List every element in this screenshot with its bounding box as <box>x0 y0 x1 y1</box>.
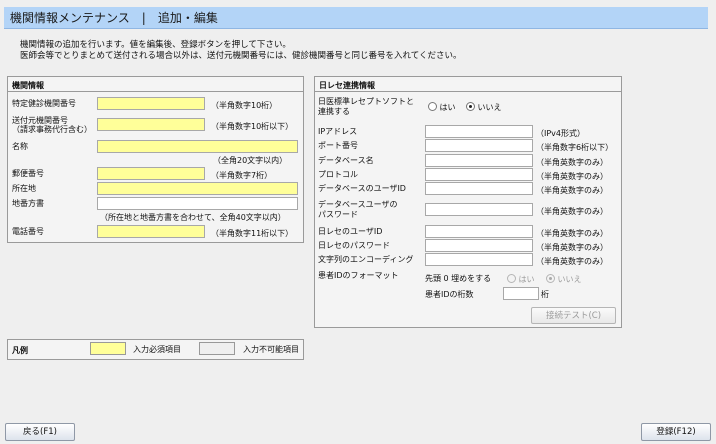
zero-pad-no-label: いいえ <box>557 275 582 284</box>
zero-pad-label: 先頭 0 埋めをする <box>425 274 492 283</box>
legend-title: 凡例 <box>12 346 28 355</box>
description-line-2: 医師会等でとりまとめて送付される場合以外は、送付元機関番号には、健診機関番号と同… <box>20 51 462 61</box>
postal-hint: （半角数字7桁） <box>211 171 273 180</box>
phone-hint: （半角数字11桁以下） <box>211 229 294 238</box>
institution-panel-title: 機関情報 <box>12 81 44 90</box>
use-orca-no-label: いいえ <box>477 103 502 112</box>
block-input[interactable] <box>97 197 298 210</box>
name-input[interactable] <box>97 140 298 153</box>
digits-input[interactable] <box>503 287 539 300</box>
orca-pass-label: 日レセのパスワード <box>318 241 390 250</box>
orca-user-label: 日レセのユーザID <box>318 227 383 236</box>
postal-input[interactable] <box>97 167 205 180</box>
port-input[interactable] <box>425 139 533 152</box>
page-title: 機関情報メンテナンス <box>10 11 130 25</box>
register-button[interactable]: 登録(F12) <box>641 423 711 441</box>
dbpass-label: データベースユーザの <box>318 200 398 209</box>
address-input[interactable] <box>97 182 298 195</box>
ip-hint: （IPv4形式） <box>536 129 586 138</box>
dbname-input[interactable] <box>425 154 533 167</box>
sender-no-input[interactable] <box>97 118 205 131</box>
port-label: ポート番号 <box>318 141 358 150</box>
phone-label: 電話番号 <box>12 227 44 236</box>
block-hint: （所在地と地番方書を合わせて、全角40文字以内） <box>100 213 286 222</box>
postal-label: 郵便番号 <box>12 169 44 178</box>
dbpass-label-sub: パスワード <box>318 210 358 219</box>
orca-panel-divider <box>315 91 621 92</box>
ip-label: IPアドレス <box>318 127 358 136</box>
name-label: 名称 <box>12 142 28 151</box>
dbname-hint: （半角英数字のみ） <box>536 158 608 167</box>
legend-disabled-label: 入力不可能項目 <box>243 345 299 354</box>
dbuser-hint: （半角英数字のみ） <box>536 186 608 195</box>
orca-pass-hint: （半角英数字のみ） <box>536 243 608 252</box>
checkup-no-label: 特定健診機関番号 <box>12 99 76 108</box>
checkup-no-hint: （半角数字10桁） <box>211 101 278 110</box>
zero-pad-no-option[interactable]: いいえ <box>546 274 582 285</box>
encoding-input[interactable] <box>425 253 533 266</box>
title-separator: | <box>141 11 146 25</box>
legend-required-label: 入力必須項目 <box>133 345 181 354</box>
use-orca-yes-option[interactable]: はい <box>428 102 456 113</box>
name-hint: （全角20文字以内） <box>213 156 288 165</box>
zero-pad-yes-label: はい <box>518 275 535 284</box>
dbuser-input[interactable] <box>425 182 533 195</box>
legend-required-swatch <box>90 342 126 355</box>
sender-no-hint: （半角数字10桁以下） <box>211 122 294 131</box>
use-orca-label-sub: 連携する <box>318 107 350 116</box>
zero-pad-no-radio[interactable] <box>546 274 555 283</box>
dbuser-label: データベースのユーザID <box>318 184 406 193</box>
checkup-no-input[interactable] <box>97 97 205 110</box>
use-orca-label: 日医標準レセプトソフトと <box>318 97 414 106</box>
phone-input[interactable] <box>97 225 205 238</box>
encoding-hint: （半角英数字のみ） <box>536 257 608 266</box>
zero-pad-yes-radio[interactable] <box>507 274 516 283</box>
institution-panel-divider <box>8 91 303 92</box>
digits-unit: 桁 <box>541 290 549 299</box>
sender-no-label-sub: （請求事務代行含む） <box>12 125 92 134</box>
zero-pad-yes-option[interactable]: はい <box>507 274 535 285</box>
protocol-label: プロトコル <box>318 170 358 179</box>
protocol-input[interactable] <box>425 168 533 181</box>
block-label: 地番方書 <box>12 199 44 208</box>
use-orca-no-radio[interactable] <box>466 102 475 111</box>
address-label: 所在地 <box>12 184 36 193</box>
use-orca-no-option[interactable]: いいえ <box>466 102 502 113</box>
orca-panel-title: 日レセ連携情報 <box>319 81 375 90</box>
ip-input[interactable] <box>425 125 533 138</box>
protocol-hint: （半角英数字のみ） <box>536 172 608 181</box>
legend-disabled-swatch <box>199 342 235 355</box>
page-subtitle: 追加・編集 <box>157 11 218 25</box>
encoding-label: 文字列のエンコーディング <box>318 255 414 264</box>
connection-test-button[interactable]: 接続テスト(C) <box>531 307 616 324</box>
use-orca-yes-label: はい <box>439 103 456 112</box>
patient-format-label: 患者IDのフォーマット <box>318 271 399 280</box>
dbpass-hint: （半角英数字のみ） <box>536 207 608 216</box>
title-bar: 機関情報メンテナンス | 追加・編集 <box>4 7 708 29</box>
orca-user-hint: （半角英数字のみ） <box>536 229 608 238</box>
use-orca-yes-radio[interactable] <box>428 102 437 111</box>
orca-user-input[interactable] <box>425 225 533 238</box>
back-button[interactable]: 戻る(F1) <box>5 423 75 441</box>
port-hint: （半角数字6桁以下） <box>536 143 614 152</box>
dbname-label: データベース名 <box>318 156 374 165</box>
orca-pass-input[interactable] <box>425 239 533 252</box>
dbpass-input[interactable] <box>425 203 533 216</box>
digits-label: 患者IDの桁数 <box>425 290 474 299</box>
